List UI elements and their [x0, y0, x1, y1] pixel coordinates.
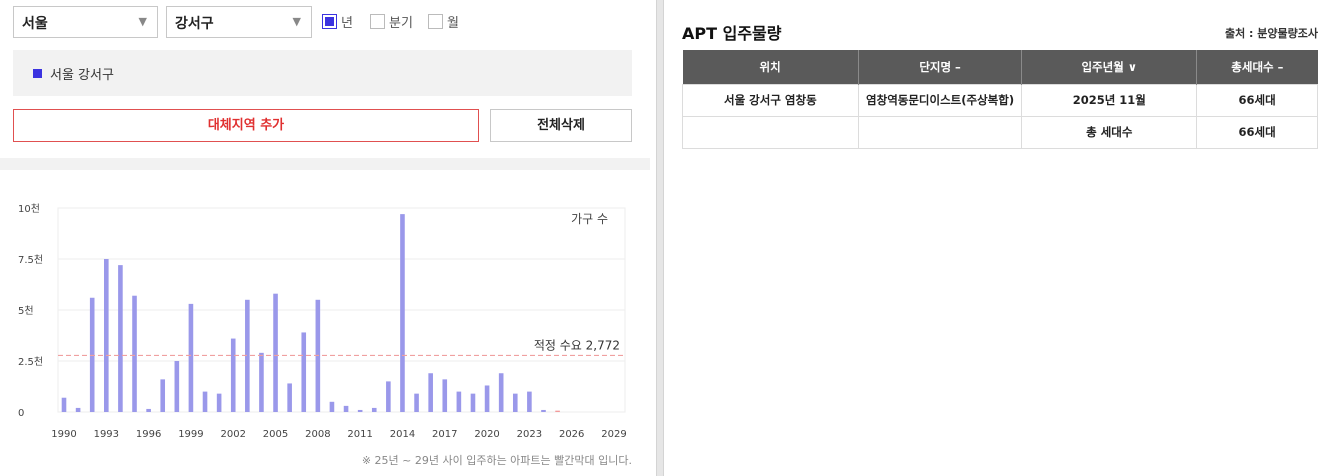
- bar-2012: [371, 407, 377, 412]
- bar-2014: [400, 214, 405, 412]
- x-tick-label: 2023: [517, 429, 542, 440]
- x-tick-label: 2014: [390, 429, 415, 440]
- y-tick-label: 2.5천: [18, 356, 43, 368]
- bar-1999: [188, 303, 194, 412]
- table-row: 서울 강서구 염창동 염창역동문디이스트(주상복합) 2025년 11월 66세…: [682, 83, 1318, 117]
- panel-splitter[interactable]: [656, 0, 664, 476]
- cell-location: [682, 115, 859, 149]
- column-header-complex[interactable]: 단지명 –: [858, 50, 1023, 84]
- x-tick-label: 1990: [51, 429, 76, 440]
- city-select-value: 서울: [22, 16, 48, 32]
- city-select[interactable]: 서울 ▼: [13, 6, 158, 38]
- bar-2017: [442, 379, 448, 412]
- bar-2000: [202, 391, 208, 412]
- table-header-row: 위치 단지명 – 입주년월 ∨ 총세대수 –: [682, 50, 1318, 84]
- x-tick-label: 2011: [347, 429, 372, 440]
- bar-1998: [174, 361, 180, 412]
- series-label: 가구 수: [571, 212, 608, 226]
- period-quarter-label: 분기: [389, 16, 413, 31]
- bar-1990: [61, 397, 67, 412]
- bar-2005: [273, 293, 278, 412]
- bar-1994: [118, 265, 123, 412]
- column-header-location[interactable]: 위치: [682, 50, 859, 84]
- cell-total-label: 총 세대수: [1021, 115, 1198, 149]
- x-tick-label: 2005: [263, 429, 288, 440]
- bar-2007: [301, 332, 307, 412]
- x-tick-label: 2017: [432, 429, 457, 440]
- supply-bar-chart: 0 2.5천 5천 7.5천 10천 1990 1993 1996 1999 2002 2005 2…: [18, 203, 632, 467]
- y-tick-label: 7.5천: [18, 254, 43, 266]
- left-panel: 서울 ▼ 강서구 ▼ 년 분기 월 서울 강서구 대체지역 추가 전체삭제 0 2…: [0, 0, 650, 476]
- cell-total-units: 66세대: [1196, 115, 1318, 149]
- district-select-value: 강서구: [175, 16, 214, 32]
- x-tick-label: 2002: [221, 429, 246, 440]
- y-tick-label: 0: [18, 408, 24, 419]
- x-tick-label: 2020: [474, 429, 499, 440]
- bar-2006: [287, 383, 292, 412]
- bar-2021: [498, 373, 504, 412]
- chevron-down-icon: ▼: [292, 15, 301, 28]
- add-alternative-region-button[interactable]: 대체지역 추가: [13, 109, 479, 142]
- period-year-label: 년: [341, 16, 353, 31]
- bar-2010: [343, 405, 349, 412]
- x-tick-label: 2008: [305, 429, 330, 440]
- demand-line-label: 적정 수요 2,772: [534, 338, 620, 352]
- bar-1995: [132, 295, 137, 412]
- bar-1991: [75, 407, 81, 412]
- bar-2020: [484, 385, 490, 412]
- bar-2019: [470, 393, 476, 412]
- clear-all-button[interactable]: 전체삭제: [490, 109, 632, 142]
- bar-2018: [456, 391, 462, 412]
- bar-2022: [512, 393, 518, 412]
- x-tick-label: 2029: [601, 429, 626, 440]
- bar-2023: [527, 391, 532, 412]
- cell-move-in: 2025년 11월: [1021, 83, 1198, 117]
- bar-2009: [329, 401, 335, 412]
- checkbox-checked-icon: [322, 14, 337, 29]
- bar-2001: [216, 393, 222, 412]
- period-year-checkbox[interactable]: 년: [322, 12, 353, 31]
- cell-location: 서울 강서구 염창동: [682, 83, 859, 117]
- data-source-label: 출처 : 분양물량조사: [1224, 27, 1318, 40]
- cell-complex: [857, 115, 1023, 149]
- x-tick-label: 1993: [94, 429, 119, 440]
- bar-2002: [230, 338, 236, 412]
- x-tick-label: 1999: [178, 429, 203, 440]
- bar-2025: [555, 410, 560, 412]
- chart-footnote: ※ 25년 ~ 29년 사이 입주하는 아파트는 빨간막대 입니다.: [362, 453, 632, 467]
- bar-2004: [259, 352, 264, 412]
- x-tick-label: 1996: [136, 429, 161, 440]
- period-month-checkbox[interactable]: 월: [428, 12, 459, 31]
- chevron-down-icon: ▼: [138, 15, 147, 28]
- period-month-label: 월: [447, 16, 459, 31]
- cell-complex: 염창역동문디이스트(주상복합): [857, 83, 1023, 117]
- region-color-swatch: [33, 69, 42, 78]
- y-tick-label: 10천: [18, 203, 40, 215]
- supply-table-title: APT 입주물량: [682, 24, 782, 43]
- region-list-item[interactable]: 서울 강서구: [50, 64, 114, 83]
- x-tick-label: 2026: [559, 429, 584, 440]
- cell-units: 66세대: [1196, 83, 1318, 117]
- selected-region-list: 서울 강서구: [13, 50, 632, 96]
- district-select[interactable]: 강서구 ▼: [166, 6, 312, 38]
- column-header-move-in[interactable]: 입주년월 ∨: [1021, 50, 1198, 84]
- checkbox-unchecked-icon: [370, 14, 385, 29]
- bar-1993: [104, 259, 109, 412]
- bar-2013: [386, 381, 391, 412]
- period-quarter-checkbox[interactable]: 분기: [370, 12, 413, 31]
- bar-2011: [357, 409, 363, 412]
- bar-1997: [160, 379, 166, 412]
- bar-2016: [428, 373, 433, 412]
- bar-2015: [414, 393, 419, 412]
- y-tick-label: 5천: [18, 305, 34, 317]
- bar-2024: [541, 409, 546, 412]
- checkbox-unchecked-icon: [428, 14, 443, 29]
- bar-1996: [146, 408, 151, 412]
- right-panel: APT 입주물량 출처 : 분양물량조사 위치 단지명 – 입주년월 ∨ 총세대…: [664, 0, 1324, 476]
- table-total-row: 총 세대수 66세대: [682, 115, 1318, 149]
- section-divider: [0, 158, 650, 170]
- supply-table: 위치 단지명 – 입주년월 ∨ 총세대수 – 서울 강서구 염창동 염창역동문디…: [682, 50, 1318, 149]
- column-header-units[interactable]: 총세대수 –: [1196, 50, 1318, 84]
